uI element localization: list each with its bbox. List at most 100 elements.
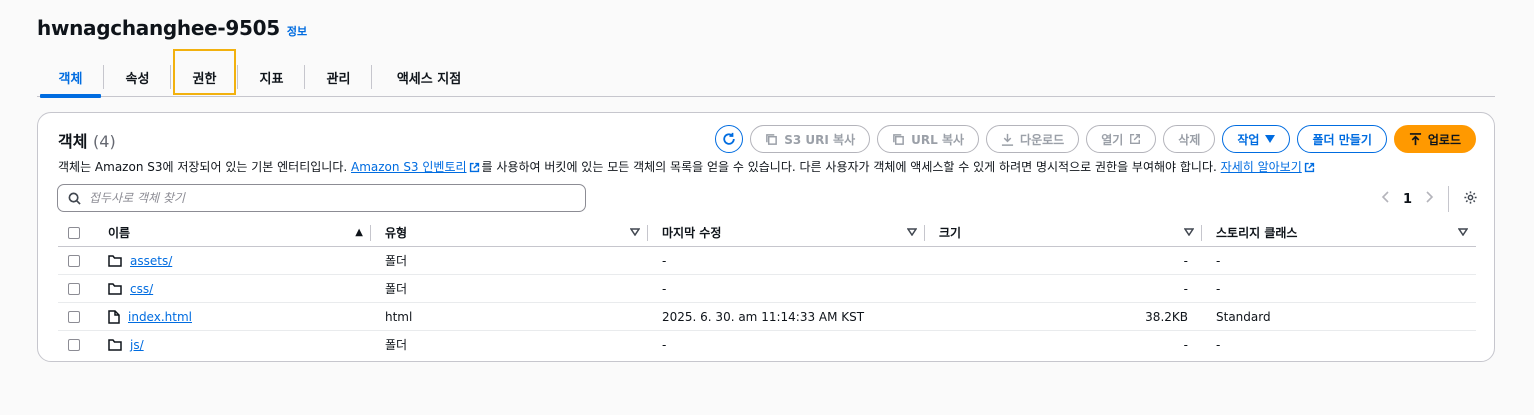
column-header-label: 스토리지 클래스 [1216, 225, 1298, 240]
column-header-type[interactable]: 유형 [371, 218, 648, 247]
object-type: html [371, 302, 648, 331]
search-input[interactable] [89, 191, 569, 205]
object-storage-class: - [1202, 274, 1476, 303]
create-folder-button[interactable]: 폴더 만들기 [1297, 125, 1387, 153]
tab-permissions[interactable]: 권한 [171, 49, 238, 96]
object-size: - [1183, 337, 1188, 352]
tab-management[interactable]: 관리 [305, 58, 372, 96]
copy-icon [893, 133, 905, 145]
column-header-size[interactable]: 크기 [925, 218, 1202, 247]
folder-icon [108, 339, 122, 351]
select-all-checkbox[interactable] [68, 226, 80, 239]
file-icon [108, 309, 120, 324]
panel-title-text: 객체 [58, 132, 88, 151]
object-modified: 2025. 6. 30. am 11:14:33 AM KST [648, 302, 925, 331]
copy-s3-uri-button[interactable]: S3 URI 복사 [750, 125, 871, 153]
search-box [57, 184, 586, 212]
object-size: - [925, 246, 1202, 275]
download-button[interactable]: 다운로드 [986, 125, 1080, 153]
row-checkbox[interactable] [68, 311, 80, 323]
refresh-icon [723, 132, 735, 145]
table-header-row: 이름 ▲ 유형 마지막 수정 크기 스토리지 클래스 [58, 218, 1476, 247]
sort-caret-icon [1184, 228, 1194, 236]
next-page-icon[interactable] [1426, 191, 1434, 207]
object-storage-class: Standard [1202, 302, 1476, 331]
upload-icon [1409, 132, 1421, 145]
panel-description: 객체는 Amazon S3에 저장되어 있는 기본 엔터티입니다. Amazon… [58, 158, 1317, 175]
open-button[interactable]: 열기 [1086, 125, 1157, 153]
table-row: js/ 폴더 - - - [58, 331, 1476, 359]
description-text: 객체는 Amazon S3에 저장되어 있는 기본 엔터티입니다. [58, 160, 351, 174]
button-label: S3 URI 복사 [784, 132, 856, 147]
select-all-cell [58, 218, 94, 247]
object-size: 38.2KB [925, 302, 1202, 331]
learn-more-link[interactable]: 자세히 알아보기 [1221, 160, 1302, 174]
copy-url-button[interactable]: URL 복사 [877, 125, 980, 153]
external-link-icon [1304, 162, 1314, 173]
button-label: 다운로드 [1020, 132, 1065, 147]
column-header-modified[interactable]: 마지막 수정 [648, 218, 925, 247]
focus-ring [173, 49, 236, 95]
delete-button[interactable]: 삭제 [1163, 125, 1216, 153]
column-header-label: 유형 [385, 225, 408, 240]
object-modified: - [648, 246, 925, 275]
object-name-link[interactable]: js/ [130, 338, 144, 352]
object-name-link[interactable]: index.html [128, 310, 192, 324]
object-storage-class: - [1216, 337, 1221, 352]
button-label: URL 복사 [911, 132, 965, 147]
tab-label: 속성 [125, 71, 150, 87]
tab-objects[interactable]: 객체 [37, 58, 104, 98]
object-storage-class: - [1202, 246, 1476, 275]
copy-icon [766, 133, 778, 145]
row-checkbox[interactable] [68, 339, 80, 352]
search-icon [68, 192, 81, 205]
previous-page-icon[interactable] [1381, 191, 1389, 207]
row-checkbox[interactable] [68, 255, 80, 267]
sort-caret-icon [907, 228, 917, 236]
object-modified: - [662, 337, 667, 352]
tab-label: 액세스 지점 [396, 71, 462, 87]
table-row: css/ 폴더 - - - [58, 274, 1476, 303]
row-checkbox[interactable] [68, 283, 80, 295]
button-label: 폴더 만들기 [1312, 132, 1372, 147]
tab-properties[interactable]: 속성 [104, 58, 171, 96]
tab-metrics[interactable]: 지표 [238, 58, 305, 96]
actions-dropdown-button[interactable]: 작업 [1222, 125, 1291, 153]
sort-ascending-icon: ▲ [355, 226, 363, 238]
tab-label: 관리 [326, 71, 351, 87]
table-row: assets/ 폴더 - - - [58, 246, 1476, 275]
inventory-link[interactable]: Amazon S3 인벤토리 [351, 160, 467, 174]
refresh-button[interactable] [715, 125, 744, 153]
column-header-storage-class[interactable]: 스토리지 클래스 [1202, 218, 1476, 247]
sort-caret-icon [630, 228, 640, 236]
objects-table: 이름 ▲ 유형 마지막 수정 크기 스토리지 클래스 assets/ 폴더 - -… [58, 218, 1476, 359]
folder-icon [108, 282, 122, 295]
button-label: 열기 [1101, 132, 1124, 147]
tab-access-points[interactable]: 액세스 지점 [372, 58, 486, 96]
page-title: hwnagchanghee-9505 [37, 16, 280, 40]
column-header-label: 크기 [939, 225, 962, 240]
current-page[interactable]: 1 [1403, 192, 1412, 207]
column-header-label: 마지막 수정 [662, 225, 722, 240]
info-link[interactable]: 정보 [287, 23, 307, 39]
object-name-link[interactable]: css/ [130, 282, 153, 296]
settings-gear-icon[interactable] [1463, 190, 1478, 209]
object-type: 폴더 [371, 274, 648, 303]
download-icon [1001, 133, 1014, 146]
tab-label: 지표 [259, 71, 284, 87]
tab-bar: 객체 속성 권한 지표 관리 액세스 지점 [37, 49, 1495, 98]
button-label: 삭제 [1178, 132, 1201, 147]
object-count: (4) [93, 132, 116, 151]
pagination: 1 [1381, 186, 1478, 212]
page-header: hwnagchanghee-9505 정보 [37, 16, 307, 40]
column-header-label: 이름 [108, 225, 131, 240]
object-size: - [925, 274, 1202, 303]
object-name-link[interactable]: assets/ [130, 254, 172, 268]
object-type: 폴더 [385, 338, 408, 353]
column-header-name[interactable]: 이름 ▲ [94, 218, 371, 247]
object-modified: - [648, 274, 925, 303]
action-toolbar: S3 URI 복사 URL 복사 다운로드 열기 삭제 작업 폴더 만들기 업로… [715, 125, 1476, 153]
objects-panel: 객체 (4) S3 URI 복사 URL 복사 다운로드 열기 삭제 작업 폴더… [37, 112, 1495, 362]
upload-button[interactable]: 업로드 [1393, 125, 1476, 153]
button-label: 업로드 [1427, 132, 1461, 147]
